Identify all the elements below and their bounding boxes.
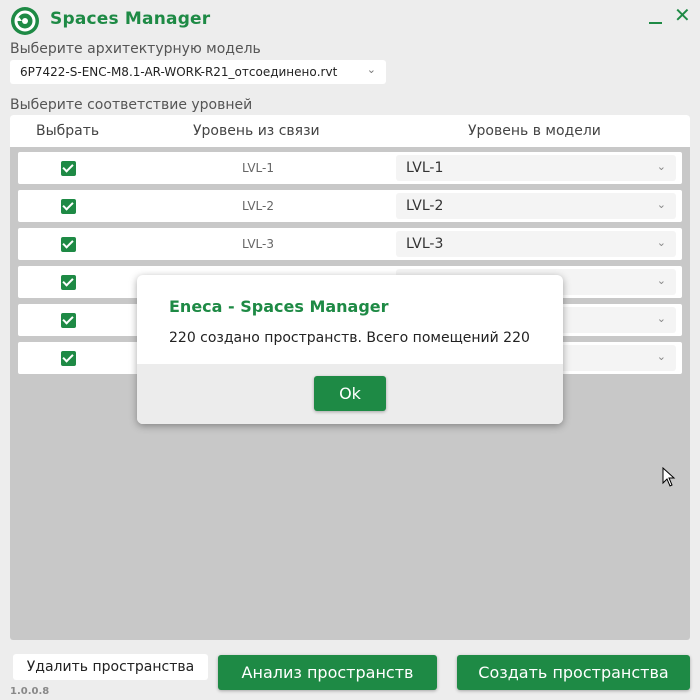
table-row: LVL-2 LVL-2 ⌄ — [18, 190, 682, 222]
version-label: 1.0.0.8 — [10, 686, 50, 697]
chevron-down-icon: ⌄ — [656, 350, 666, 363]
chevron-down-icon: ⌄ — [366, 63, 376, 76]
mouse-cursor-icon — [662, 467, 676, 487]
delete-spaces-button[interactable]: Удалить пространства — [13, 654, 208, 680]
chevron-down-icon: ⌄ — [656, 160, 666, 173]
model-dropdown-value: 6P7422-S-ENC-M8.1-AR-WORK-R21_отсоединен… — [20, 65, 338, 79]
linked-level: LVL-1 — [241, 161, 274, 175]
checkbox-checked[interactable] — [61, 199, 76, 214]
checkbox-checked[interactable] — [61, 313, 76, 328]
column-header-select: Выбрать — [36, 123, 100, 139]
table-row: LVL-3 LVL-3 ⌄ — [18, 228, 682, 260]
column-header-model: Уровень в модели — [468, 123, 601, 139]
chevron-down-icon: ⌄ — [656, 198, 666, 211]
create-spaces-button[interactable]: Создать пространства — [457, 655, 690, 690]
dialog-footer: Ok — [137, 364, 563, 424]
minimize-icon[interactable] — [648, 10, 664, 26]
model-level-value: LVL-3 — [406, 236, 444, 252]
chevron-down-icon: ⌄ — [656, 236, 666, 249]
close-icon[interactable]: ✕ — [674, 5, 691, 25]
model-level-value: LVL-2 — [406, 198, 444, 214]
table-row: LVL-1 LVL-1 ⌄ — [18, 152, 682, 184]
message-dialog: Eneca - Spaces Manager 220 создано прост… — [137, 275, 563, 424]
ok-button[interactable]: Ok — [314, 376, 386, 411]
checkbox-checked[interactable] — [61, 275, 76, 290]
model-level-value: LVL-1 — [406, 160, 444, 176]
checkbox-checked[interactable] — [61, 161, 76, 176]
linked-level: LVL-3 — [241, 237, 274, 251]
chevron-down-icon: ⌄ — [656, 312, 666, 325]
checkbox-checked[interactable] — [61, 351, 76, 366]
model-level-dropdown[interactable]: LVL-2 ⌄ — [396, 193, 676, 219]
analyze-spaces-button[interactable]: Анализ пространств — [218, 655, 437, 690]
model-level-dropdown[interactable]: LVL-3 ⌄ — [396, 231, 676, 257]
title-bar: Spaces Manager ✕ — [0, 0, 700, 38]
dialog-message: 220 создано пространств. Всего помещений… — [169, 330, 530, 346]
table-header: Выбрать Уровень из связи Уровень в модел… — [10, 115, 690, 147]
dialog-title: Eneca - Spaces Manager — [169, 297, 389, 316]
checkbox-checked[interactable] — [61, 237, 76, 252]
column-header-linked: Уровень из связи — [193, 123, 320, 139]
model-dropdown[interactable]: 6P7422-S-ENC-M8.1-AR-WORK-R21_отсоединен… — [10, 60, 386, 84]
levels-label: Выберите соответствие уровней — [10, 97, 253, 113]
linked-level: LVL-2 — [241, 199, 274, 213]
model-level-dropdown[interactable]: LVL-1 ⌄ — [396, 155, 676, 181]
model-label: Выберите архитектурную модель — [10, 41, 261, 57]
app-title: Spaces Manager — [50, 9, 211, 29]
app-logo-icon — [11, 7, 39, 35]
chevron-down-icon: ⌄ — [656, 274, 666, 287]
